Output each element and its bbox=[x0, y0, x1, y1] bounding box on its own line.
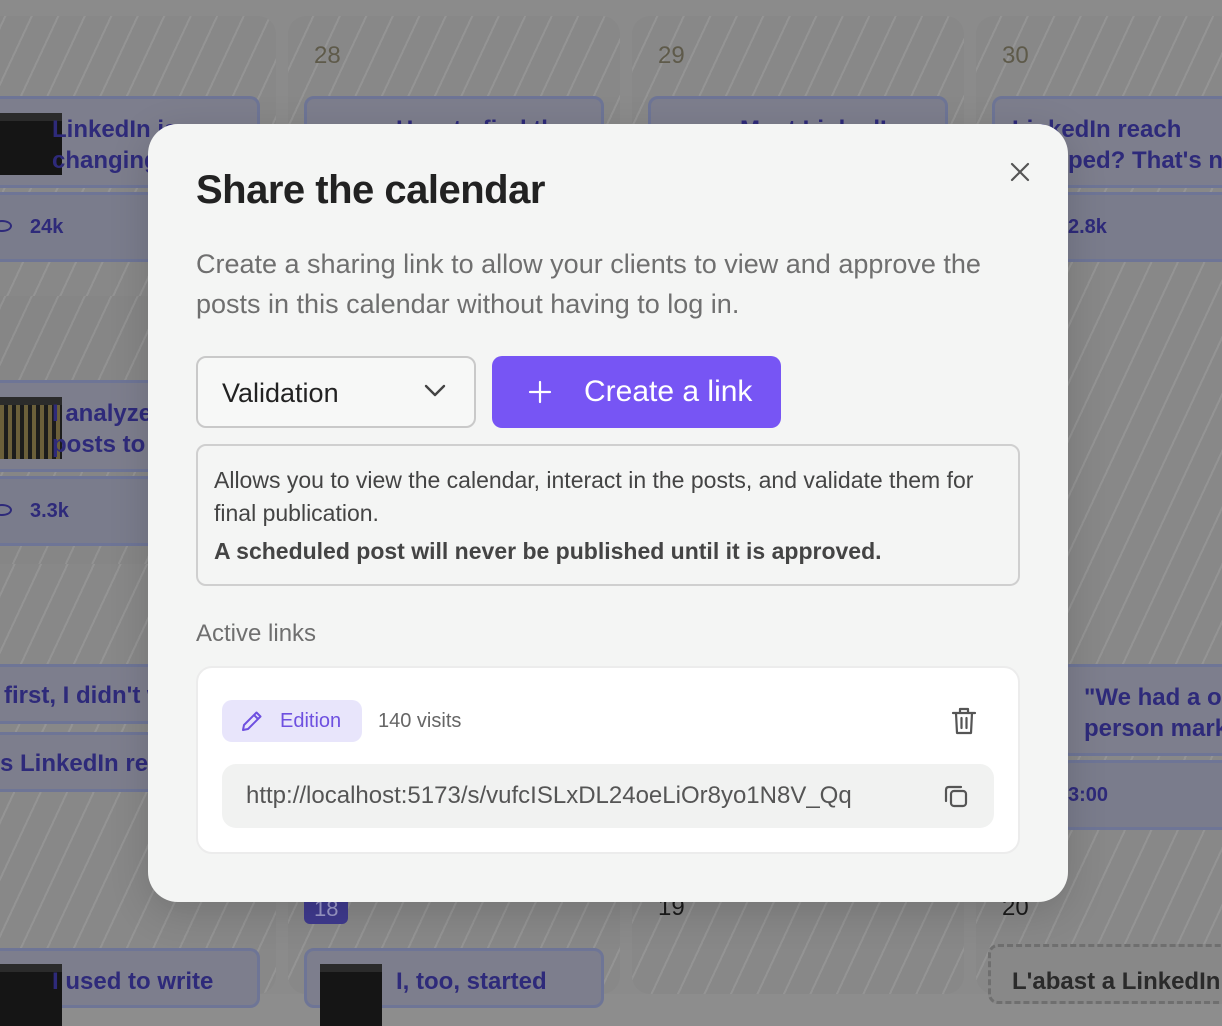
modal-title: Share the calendar bbox=[196, 168, 545, 212]
share-calendar-modal: Share the calendar Create a sharing link… bbox=[148, 124, 1068, 902]
delete-link-button[interactable] bbox=[950, 706, 978, 741]
trash-icon bbox=[951, 707, 977, 735]
link-type-label: Edition bbox=[280, 710, 342, 732]
permission-info-text: Allows you to view the calendar, interac… bbox=[214, 467, 974, 526]
permission-select-value: Validation bbox=[222, 378, 339, 408]
stat-views: 3.3k bbox=[30, 500, 69, 522]
post-title: I used to write bbox=[52, 968, 214, 995]
close-icon bbox=[1010, 162, 1030, 182]
copy-icon bbox=[944, 785, 968, 808]
stat-views: 24k bbox=[30, 216, 64, 238]
link-type-badge: Edition bbox=[222, 700, 362, 742]
permission-select[interactable]: Validation bbox=[196, 356, 476, 428]
stat-views: 2.8k bbox=[1068, 216, 1107, 238]
day-number: 29 bbox=[658, 42, 685, 69]
create-link-label: Create a link bbox=[584, 375, 753, 408]
plus-icon bbox=[528, 380, 552, 404]
pencil-icon bbox=[242, 711, 262, 731]
link-url: http://localhost:5173/s/vufcISLxDL24oeLi… bbox=[246, 782, 852, 809]
post-title: ped? That's not bbox=[1068, 147, 1222, 174]
post-title: "We had a on bbox=[1084, 684, 1222, 711]
post-title: L'abast a LinkedIn ha bbox=[1012, 968, 1222, 995]
day-number: 28 bbox=[314, 42, 341, 69]
create-link-button[interactable]: Create a link bbox=[492, 356, 781, 428]
post-title: I, too, started bbox=[396, 968, 547, 995]
active-link-card: Edition 140 visits http://localhost:5173… bbox=[196, 666, 1020, 854]
link-url-field[interactable]: http://localhost:5173/s/vufcISLxDL24oeLi… bbox=[222, 764, 994, 828]
copy-link-button[interactable] bbox=[942, 782, 970, 815]
permission-info-box: Allows you to view the calendar, interac… bbox=[196, 444, 1020, 586]
link-visits: 140 visits bbox=[378, 710, 462, 732]
close-button[interactable] bbox=[1008, 160, 1032, 184]
permission-info-warning: A scheduled post will never be published… bbox=[214, 538, 882, 564]
active-links-heading: Active links bbox=[196, 620, 317, 647]
day-number: 30 bbox=[1002, 42, 1029, 69]
post-title: person mark bbox=[1084, 715, 1222, 742]
stat-time: 3:00 bbox=[1068, 784, 1109, 806]
post-title: changing bbox=[52, 147, 159, 174]
post-thumbnail bbox=[320, 964, 382, 1026]
modal-description: Create a sharing link to allow your clie… bbox=[196, 249, 981, 319]
post-title: first, I didn't w bbox=[4, 682, 166, 709]
post-title: s LinkedIn rea bbox=[0, 750, 162, 777]
chevron-down-icon bbox=[424, 384, 446, 397]
